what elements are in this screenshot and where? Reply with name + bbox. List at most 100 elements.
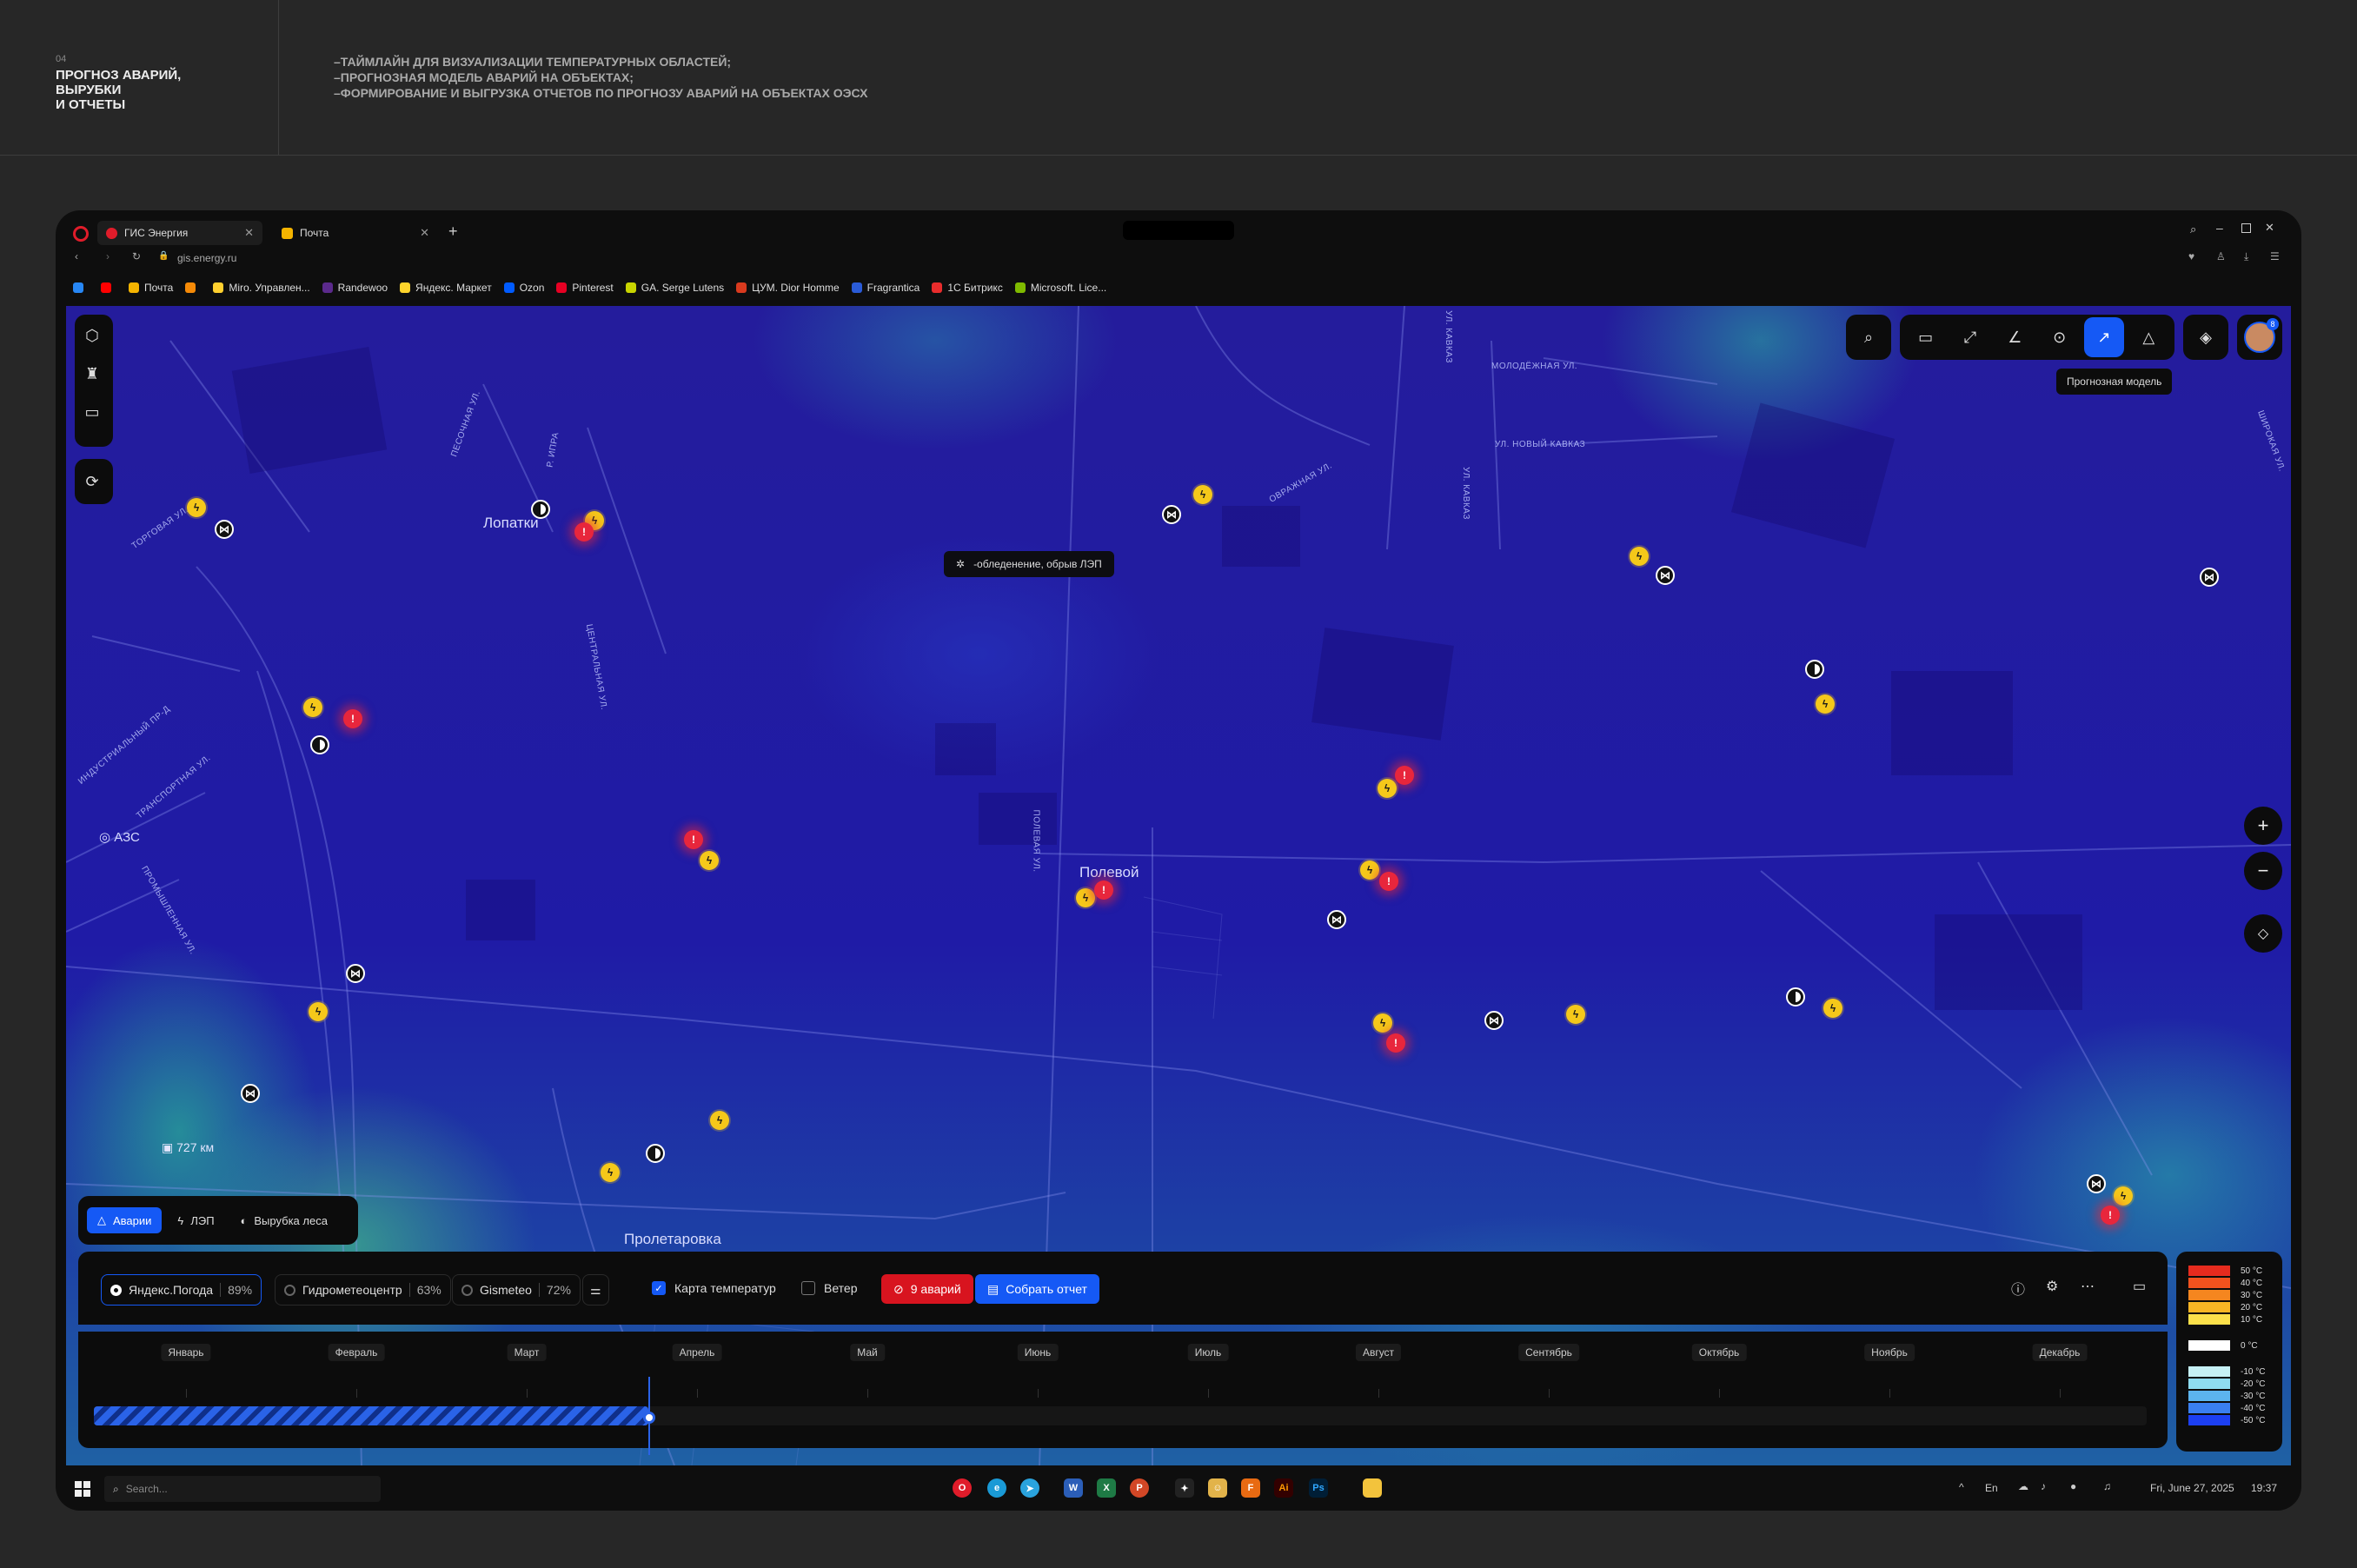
fontlab-icon[interactable]: F: [1241, 1478, 1260, 1498]
power-line-marker[interactable]: ϟ: [2114, 1186, 2133, 1206]
url-field[interactable]: gis.energy.ru: [177, 252, 236, 264]
power-line-marker[interactable]: ϟ: [601, 1163, 620, 1182]
layer-forest[interactable]: ◐ Вырубка леса: [230, 1207, 338, 1233]
power-line-marker[interactable]: ϟ: [1076, 888, 1095, 907]
settings-icon[interactable]: ☰: [2270, 250, 2280, 262]
source-gismeteo[interactable]: Gismeteo 72%: [452, 1274, 581, 1306]
transformer-marker[interactable]: ⋈: [2087, 1174, 2106, 1193]
panel-toggle-icon[interactable]: ▭: [2133, 1278, 2146, 1295]
bookmark-item[interactable]: Fragrantica: [851, 282, 920, 294]
timeline-month[interactable]: Ноябрь: [1864, 1344, 1915, 1361]
bookmark-item[interactable]: [73, 282, 89, 293]
network-icon[interactable]: ☁: [2018, 1480, 2028, 1492]
power-line-marker[interactable]: ϟ: [1378, 779, 1397, 798]
zoom-in-button[interactable]: +: [2244, 807, 2282, 845]
substation-marker[interactable]: [1786, 987, 1805, 1007]
edge-icon[interactable]: e: [987, 1478, 1006, 1498]
avatar[interactable]: 8: [2244, 318, 2279, 353]
bell-icon[interactable]: ♫: [2103, 1480, 2111, 1492]
timeline-handle[interactable]: [643, 1377, 655, 1455]
accident-marker[interactable]: !: [684, 830, 703, 849]
bookmark-item[interactable]: GA. Serge Lutens: [625, 282, 724, 294]
forward-icon[interactable]: ›: [106, 250, 110, 262]
timeline-month[interactable]: Октябрь: [1691, 1344, 1747, 1361]
timeline-month[interactable]: Июнь: [1017, 1344, 1059, 1361]
bookmark-item[interactable]: Pinterest: [556, 282, 614, 294]
substation-marker[interactable]: [646, 1144, 665, 1163]
transformer-marker[interactable]: ⋈: [1484, 1011, 1504, 1030]
book-icon[interactable]: ▭: [75, 393, 110, 431]
bookmark-item[interactable]: Microsoft. Lice...: [1014, 282, 1106, 294]
accidents-button[interactable]: ⊘ 9 аварий: [881, 1274, 973, 1304]
power-line-marker[interactable]: ϟ: [187, 498, 206, 517]
timeline-month[interactable]: Сентябрь: [1518, 1344, 1579, 1361]
map-canvas[interactable]: Лопатки Полевой Пролетаровка ◎ АЗС МОЛОД…: [66, 306, 2291, 1465]
transformer-marker[interactable]: ⋈: [1656, 566, 1675, 585]
illustrator-icon[interactable]: Ai: [1274, 1478, 1293, 1498]
close-window-icon[interactable]: ✕: [2265, 221, 2274, 235]
transformer-marker[interactable]: ⋈: [241, 1084, 260, 1103]
timeline[interactable]: Январь Февраль Март Апрель Май Июнь Июль Август…: [78, 1332, 2168, 1455]
substation-marker[interactable]: [1805, 660, 1824, 679]
accident-marker[interactable]: !: [1379, 872, 1398, 891]
maximize-icon[interactable]: [2241, 223, 2251, 233]
tab-gis[interactable]: ГИС Энергия ✕: [97, 221, 262, 245]
timeline-month[interactable]: Май: [850, 1344, 885, 1361]
word-icon[interactable]: W: [1064, 1478, 1083, 1498]
tower-icon[interactable]: ♜: [75, 355, 110, 393]
refresh-icon[interactable]: ⟳: [75, 459, 110, 504]
close-icon[interactable]: ✕: [244, 226, 254, 240]
timeline-month[interactable]: Август: [1355, 1344, 1402, 1361]
new-tab-button[interactable]: +: [448, 223, 458, 241]
transformer-marker[interactable]: ⋈: [1327, 910, 1346, 929]
language-indicator[interactable]: En: [1985, 1482, 1998, 1494]
opera-icon[interactable]: O: [953, 1478, 972, 1498]
timeline-month[interactable]: Декабрь: [2032, 1344, 2088, 1361]
minimize-icon[interactable]: –: [2216, 221, 2223, 235]
timeline-month[interactable]: Январь: [161, 1344, 211, 1361]
taskbar-search[interactable]: ⌕ Search...: [104, 1476, 381, 1502]
tray-chevron-icon[interactable]: ^: [1959, 1481, 1964, 1493]
photoshop-icon[interactable]: Ps: [1309, 1478, 1328, 1498]
close-icon[interactable]: ✕: [420, 226, 429, 240]
cube-icon[interactable]: ⬡: [75, 316, 110, 355]
timeline-month[interactable]: Апрель: [672, 1344, 722, 1361]
accident-marker[interactable]: !: [1386, 1033, 1405, 1053]
transformer-marker[interactable]: ⋈: [2200, 568, 2219, 587]
power-line-marker[interactable]: ϟ: [1816, 694, 1835, 714]
heart-icon[interactable]: ♥: [2188, 250, 2194, 262]
volume-icon[interactable]: ♪: [2041, 1480, 2046, 1492]
transformer-marker[interactable]: ⋈: [346, 964, 365, 983]
substation-marker[interactable]: [310, 735, 329, 754]
search-tabs-icon[interactable]: ⌕: [2190, 223, 2196, 236]
reload-icon[interactable]: ↻: [132, 250, 141, 262]
filter-settings-button[interactable]: ⚌: [582, 1274, 609, 1306]
power-line-marker[interactable]: ϟ: [303, 698, 322, 717]
power-line-marker[interactable]: ϟ: [700, 851, 719, 870]
bookmark-item[interactable]: Randewoo: [322, 282, 388, 294]
profile-icon[interactable]: ♙: [2216, 250, 2226, 262]
search-icon[interactable]: ⌕: [1849, 317, 1889, 357]
temperature-map-toggle[interactable]: ✓ Карта температур: [652, 1281, 776, 1295]
build-report-button[interactable]: ▤ Собрать отчет: [975, 1274, 1099, 1304]
tilt-icon[interactable]: ◇: [2244, 914, 2282, 953]
bookmark-item[interactable]: 1С Битрикс: [932, 282, 1003, 294]
back-icon[interactable]: ‹: [75, 250, 78, 262]
timeline-month[interactable]: Июль: [1187, 1344, 1229, 1361]
folder-icon[interactable]: [1363, 1478, 1382, 1498]
ruler-icon[interactable]: ▭: [1906, 317, 1946, 357]
power-line-marker[interactable]: ϟ: [309, 1002, 328, 1021]
bookmark-item[interactable]: ЦУМ. Dior Homme: [736, 282, 840, 294]
bookmark-item[interactable]: [185, 282, 201, 293]
download-icon[interactable]: ⤓: [2244, 250, 2248, 263]
accident-marker[interactable]: !: [1395, 766, 1414, 785]
accident-marker[interactable]: !: [1094, 880, 1113, 900]
zoom-out-button[interactable]: −: [2244, 852, 2282, 890]
power-line-marker[interactable]: ϟ: [710, 1111, 729, 1130]
windows-start-icon[interactable]: [75, 1481, 90, 1497]
app-icon[interactable]: ☺: [1208, 1478, 1227, 1498]
layer-accidents[interactable]: △ Аварии: [87, 1207, 163, 1233]
power-line-marker[interactable]: ϟ: [1360, 860, 1379, 880]
power-line-marker[interactable]: ϟ: [1823, 999, 1842, 1018]
substation-marker[interactable]: [531, 500, 550, 519]
